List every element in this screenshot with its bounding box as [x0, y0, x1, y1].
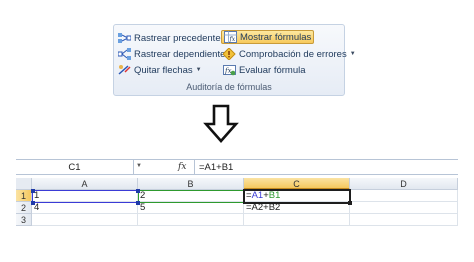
trace-dependents-button[interactable]: Rastrear dependientes	[116, 47, 232, 61]
remove-arrows-label: Quitar flechas	[134, 64, 193, 76]
chevron-down-icon[interactable]: ▼	[136, 163, 142, 169]
formula-auditing-group: Rastrear precedentes Rastrear dependient…	[113, 24, 356, 96]
remove-arrows-button[interactable]: Quitar flechas ▼	[116, 63, 204, 77]
evaluate-formula-button[interactable]: fx Evaluar fórmula	[221, 63, 308, 77]
evaluate-formula-label: Evaluar fórmula	[239, 64, 306, 76]
row-header-2[interactable]: 2	[16, 202, 32, 214]
show-formulas-icon: fx	[224, 31, 237, 43]
formula-input[interactable]: =A1+B1	[194, 160, 458, 175]
reference-handle[interactable]	[31, 189, 35, 193]
select-all-corner[interactable]	[16, 178, 32, 190]
row-header-1[interactable]: 1	[16, 190, 32, 202]
trace-precedents-icon	[118, 32, 132, 44]
cell-c3[interactable]	[244, 214, 350, 226]
cell-d1[interactable]	[350, 190, 458, 202]
remove-arrows-icon	[118, 64, 131, 76]
formula-bar: C1 ▼ fx =A1+B1	[16, 159, 458, 175]
error-checking-icon	[222, 47, 236, 61]
active-cell-selection	[243, 189, 351, 204]
cell-d3[interactable]	[350, 214, 458, 226]
cell-a3[interactable]	[32, 214, 138, 226]
cell-b2[interactable]: 5	[138, 202, 244, 214]
error-checking-button[interactable]: Comprobación de errores ▼	[221, 47, 358, 61]
name-box[interactable]: C1	[16, 160, 134, 175]
chevron-down-icon[interactable]: ▼	[350, 51, 356, 57]
svg-text:fx: fx	[229, 36, 236, 43]
reference-handle[interactable]	[136, 201, 140, 205]
group-label: Auditoría de fórmulas	[186, 82, 272, 92]
down-arrow-icon	[203, 104, 239, 147]
reference-handle[interactable]	[136, 189, 140, 193]
reference-highlight-a1	[32, 190, 139, 203]
cell-a2[interactable]: 4	[32, 202, 138, 214]
column-header-d[interactable]: D	[350, 178, 458, 190]
reference-handle[interactable]	[31, 201, 35, 205]
spreadsheet-grid: A B C D 1 2 3 1 2 =A1+B1 4 5 =A2+B2	[16, 178, 458, 228]
show-formulas-button[interactable]: fx Mostrar fórmulas	[221, 30, 315, 44]
trace-precedents-label: Rastrear precedentes	[134, 32, 226, 44]
fill-handle[interactable]	[348, 201, 352, 205]
cell-b3[interactable]	[138, 214, 244, 226]
column-header-b[interactable]: B	[138, 178, 244, 190]
trace-dependents-label: Rastrear dependientes	[134, 48, 231, 60]
chevron-down-icon[interactable]: ▼	[196, 67, 202, 73]
row-header-3[interactable]: 3	[16, 214, 32, 226]
error-checking-label: Comprobación de errores	[239, 48, 347, 60]
reference-highlight-b1	[138, 190, 245, 203]
trace-dependents-icon	[117, 48, 131, 60]
column-header-a[interactable]: A	[32, 178, 138, 190]
cell-d2[interactable]	[350, 202, 458, 214]
show-formulas-label: Mostrar fórmulas	[240, 31, 312, 43]
evaluate-formula-icon: fx	[223, 64, 236, 76]
insert-function-icon[interactable]: fx	[178, 160, 192, 175]
trace-precedents-button[interactable]: Rastrear precedentes	[116, 31, 227, 45]
svg-text:fx: fx	[224, 67, 232, 75]
